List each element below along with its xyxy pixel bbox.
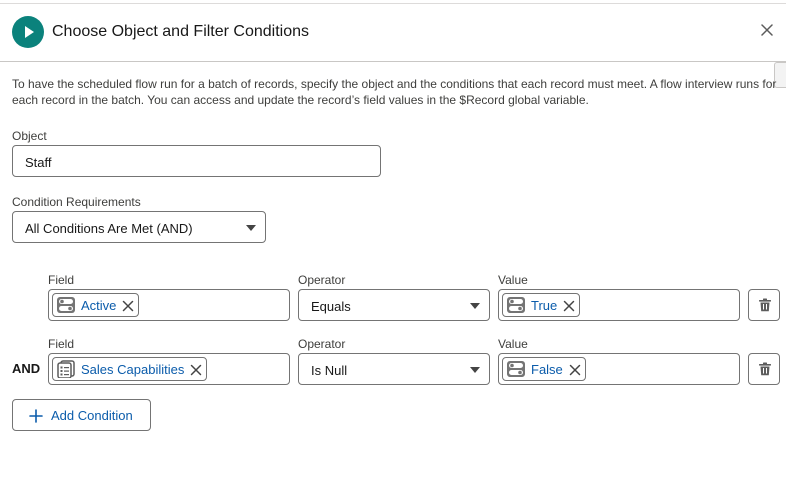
field-pill-label: Sales Capabilities xyxy=(81,361,185,377)
close-icon xyxy=(761,24,773,36)
trash-icon xyxy=(759,298,771,312)
condition-2-operator-select[interactable]: Is Null xyxy=(298,353,490,385)
close-button[interactable] xyxy=(757,20,777,40)
remove-pill-icon[interactable] xyxy=(122,299,134,312)
toggle-icon xyxy=(56,296,76,314)
operator-label: Operator xyxy=(298,273,346,287)
play-icon xyxy=(12,16,44,48)
remove-pill-icon[interactable] xyxy=(563,299,575,312)
and-connector-label: AND xyxy=(12,361,41,376)
operator-value: Is Null xyxy=(311,363,348,378)
plus-icon xyxy=(29,409,43,423)
remove-pill-icon[interactable] xyxy=(569,363,581,376)
field-label: Field xyxy=(48,273,75,287)
object-field[interactable]: Staff xyxy=(12,145,381,177)
object-field-value: Staff xyxy=(25,155,52,170)
condition-2-field-input[interactable]: Sales Capabilities xyxy=(48,353,290,385)
chevron-down-icon xyxy=(470,367,480,373)
toggle-icon xyxy=(506,360,526,378)
value-label: Value xyxy=(498,337,528,351)
field-label: Field xyxy=(48,337,75,351)
delete-condition-1-button[interactable] xyxy=(748,289,780,321)
multi-picklist-icon xyxy=(56,360,76,379)
operator-value: Equals xyxy=(311,299,351,314)
value-pill-true[interactable]: True xyxy=(502,293,581,317)
condition-requirements-value: All Conditions Are Met (AND) xyxy=(25,221,193,236)
value-pill-label: True xyxy=(531,297,558,313)
object-label: Object xyxy=(12,129,47,143)
modal-header: Choose Object and Filter Conditions xyxy=(0,4,786,62)
operator-label: Operator xyxy=(298,337,346,351)
toggle-icon xyxy=(506,296,526,314)
field-pill-sales-capabilities[interactable]: Sales Capabilities xyxy=(52,357,208,381)
condition-1-value-input[interactable]: True xyxy=(498,289,740,321)
condition-2-value-input[interactable]: False xyxy=(498,353,740,385)
condition-requirements-label: Condition Requirements xyxy=(12,195,141,209)
condition-1-field-input[interactable]: Active xyxy=(48,289,290,321)
chevron-down-icon xyxy=(246,225,256,231)
add-condition-button[interactable]: Add Condition xyxy=(12,399,151,431)
condition-1-operator-select[interactable]: Equals xyxy=(298,289,490,321)
field-pill-label: Active xyxy=(81,297,117,313)
value-pill-label: False xyxy=(531,361,563,377)
value-pill-false[interactable]: False xyxy=(502,357,586,381)
remove-pill-icon[interactable] xyxy=(190,363,202,376)
value-label: Value xyxy=(498,273,528,287)
condition-requirements-select[interactable]: All Conditions Are Met (AND) xyxy=(12,211,266,243)
delete-condition-2-button[interactable] xyxy=(748,353,780,385)
trash-icon xyxy=(759,362,771,376)
field-pill-active[interactable]: Active xyxy=(52,293,140,317)
add-condition-label: Add Condition xyxy=(51,408,133,423)
modal-title: Choose Object and Filter Conditions xyxy=(52,23,310,40)
description-text: To have the scheduled flow run for a bat… xyxy=(12,77,777,107)
chevron-down-icon xyxy=(470,303,480,309)
